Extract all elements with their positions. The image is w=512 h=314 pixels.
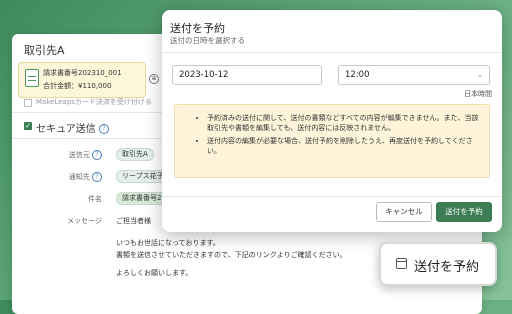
schedule-send-button-zoom[interactable]: 送付を予約 xyxy=(379,242,497,286)
calendar-icon xyxy=(396,258,407,269)
add-circle-icon[interactable]: ⊕ xyxy=(149,74,159,84)
invoice-number: 請求書番号202310_001 xyxy=(43,69,122,77)
document-icon xyxy=(25,69,39,87)
modal-title: 送付を予約 xyxy=(170,22,225,35)
schedule-send-modal: 送付を予約 送付の日時を選択する 2023-10-12 12:00 ⌄ 日本時間… xyxy=(162,10,502,232)
help-icon[interactable]: ? xyxy=(99,124,109,134)
cancel-button[interactable]: キャンセル xyxy=(376,202,432,222)
secure-send-checkbox[interactable]: ✓ xyxy=(24,122,32,130)
divider xyxy=(162,52,502,53)
divider xyxy=(162,196,502,197)
client-title: 取引先A xyxy=(24,44,65,57)
modal-subtitle: 送付の日時を選択する xyxy=(170,36,245,45)
schedule-notice: 予約済みの送付に関して、送付の書類などすべての内容が編集できません。また、当該取… xyxy=(174,104,490,178)
message-line: いつもお世話になっております。 xyxy=(116,239,220,247)
message-line: 書類を送信させていただきますので、下記のリンクよりご確認ください。 xyxy=(116,251,347,259)
chevron-down-icon: ⌄ xyxy=(477,71,483,79)
invoice-chip[interactable]: 請求書番号202310_001 合計金額：¥110,000 xyxy=(18,62,146,98)
time-select[interactable]: 12:00 ⌄ xyxy=(338,65,490,85)
sender-tag[interactable]: 取引先A xyxy=(116,148,154,161)
notice-item: 予約済みの送付に関して、送付の書類などすべての内容が編集できません。また、当該取… xyxy=(207,113,479,133)
message-label: メッセージ xyxy=(67,217,102,225)
message-line: ご担当者様 xyxy=(116,217,151,225)
help-icon[interactable]: ? xyxy=(92,172,102,182)
timezone-label: 日本時間 xyxy=(464,90,492,98)
message-line: よろしくお願いします。 xyxy=(116,269,193,277)
secure-send-label: セキュア送信 ? xyxy=(36,120,109,135)
makeleaps-payment-checkbox[interactable] xyxy=(24,99,32,107)
notify-label: 通知先 ? xyxy=(32,172,102,182)
makeleaps-payment-label: MakeLeapsカード決済を受け付ける xyxy=(36,98,152,106)
schedule-send-label: 送付を予約 xyxy=(414,260,480,275)
invoice-total: 合計金額：¥110,000 xyxy=(43,82,112,90)
help-icon[interactable]: ? xyxy=(92,150,102,160)
notice-item: 送付内容の編集が必要な場合、送付予約を削除したうえ、再度送付を予約してください。 xyxy=(207,136,479,156)
schedule-send-button[interactable]: 送付を予約 xyxy=(436,202,492,222)
date-field[interactable]: 2023-10-12 xyxy=(172,65,322,85)
time-value: 12:00 xyxy=(345,70,370,80)
sender-label: 送信元 ? xyxy=(32,150,102,160)
subject-label: 件名 xyxy=(88,195,102,203)
